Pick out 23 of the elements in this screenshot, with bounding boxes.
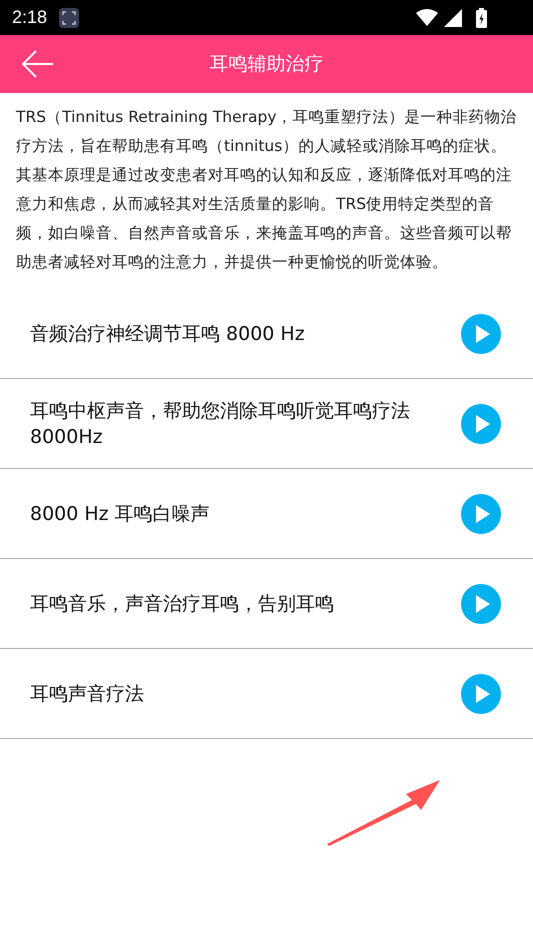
track-title: 耳鸣声音疗法 (30, 682, 144, 706)
play-icon[interactable] (461, 674, 501, 714)
track-item[interactable]: 8000 Hz 耳鸣白噪声 (0, 469, 533, 559)
track-title: 音频治疗神经调节耳鸣 8000 Hz (30, 322, 305, 346)
track-item[interactable]: 耳鸣中枢声音，帮助您消除耳鸣听觉耳鸣疗法8000Hz (0, 379, 533, 469)
status-time: 2:18 (12, 7, 48, 28)
track-title: 8000 Hz 耳鸣白噪声 (30, 502, 210, 526)
track-item[interactable]: 耳鸣声音疗法 (0, 649, 533, 739)
play-icon[interactable] (461, 494, 501, 534)
description-text: TRS（Tinnitus Retraining Therapy，耳鸣重塑疗法）是一种非药物治疗方法，旨在帮助患有耳鸣（tinnitus）的人减轻或消除耳鸣的症状。其基本原理是通过改变患者对耳鸣的认知和反应，逐渐降低对耳鸣的注意力和焦虑，从而减轻其对生活质量的影响。TRS使用特定类型的音频，如白噪音、自然声音或音乐，来掩盖耳鸣的声音。这些音频可以帮助患者减轻对耳鸣的注意力，并提供一种更愉悦的听觉体验。 (15, 107, 518, 273)
track-item[interactable]: 音频治疗神经调节耳鸣 8000 Hz (0, 289, 533, 379)
wifi-icon (416, 9, 438, 26)
track-item[interactable]: 耳鸣音乐，声音治疗耳鸣，告别耳鸣 (0, 559, 533, 649)
track-title: 耳鸣中枢声音，帮助您消除耳鸣听觉耳鸣疗法8000Hz (30, 398, 411, 450)
battery-icon (476, 8, 487, 28)
back-arrow-icon[interactable] (22, 50, 54, 78)
play-icon[interactable] (461, 404, 501, 444)
screen-title: 耳鸣辅助治疗 (210, 52, 324, 77)
play-icon[interactable] (461, 584, 501, 624)
notification-icon (59, 8, 80, 28)
play-icon[interactable] (461, 314, 501, 354)
signal-icon (444, 8, 462, 26)
track-title: 耳鸣音乐，声音治疗耳鸣，告别耳鸣 (30, 592, 334, 616)
